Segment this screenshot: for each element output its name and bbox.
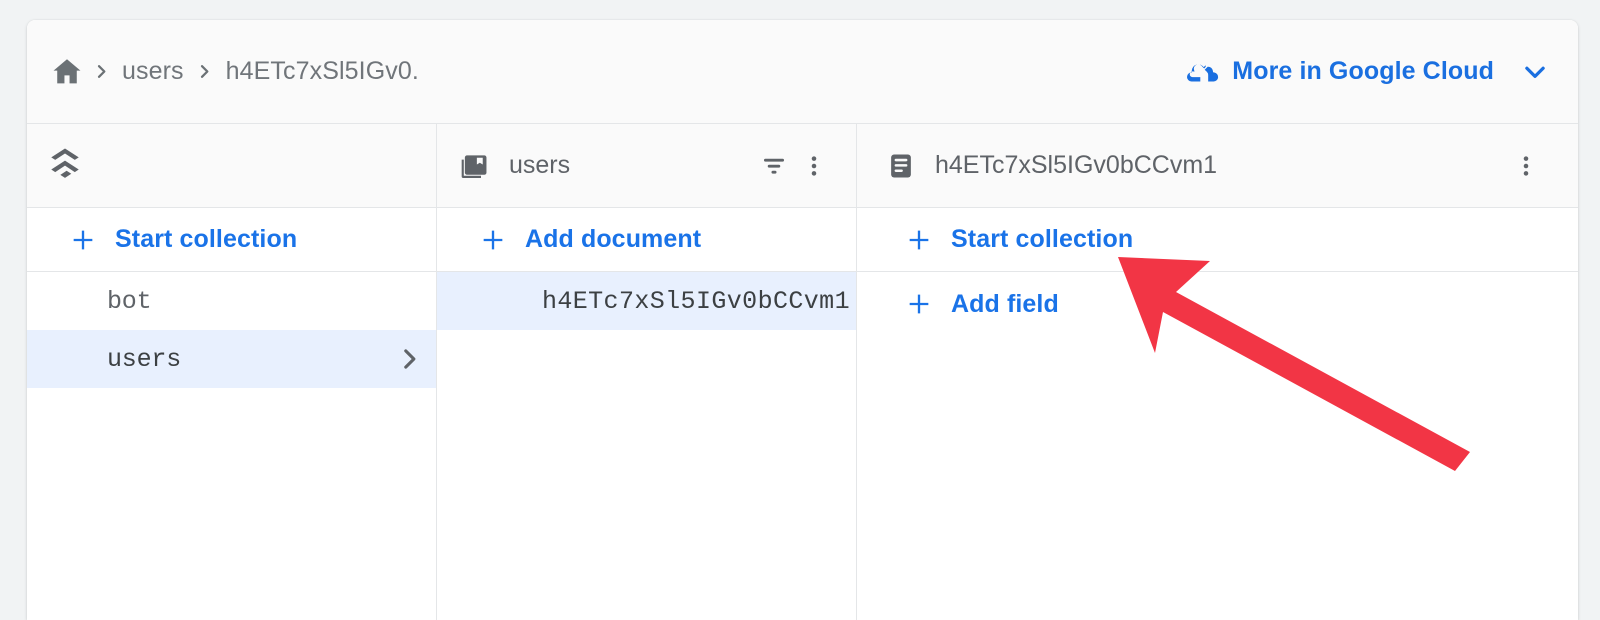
more-in-google-cloud-button[interactable]: More in Google Cloud <box>1186 55 1550 89</box>
more-vert-icon[interactable] <box>1506 146 1546 186</box>
document-id: h4ETc7xSl5IGv0bCCvm1 <box>541 286 850 316</box>
firestore-logo-icon <box>51 147 79 178</box>
chevron-right-icon <box>84 63 118 80</box>
document-title: h4ETc7xSl5IGv0bCCvm1 <box>935 151 1218 179</box>
collection-column-header: users <box>437 124 856 208</box>
breadcrumb-item-document[interactable]: h4ETc7xSl5IGv0. <box>222 57 423 86</box>
collection-list-item-users[interactable]: users <box>27 330 436 388</box>
chevron-down-icon[interactable] <box>1520 57 1550 87</box>
collection-title: users <box>509 151 571 179</box>
collection-list-item-bot[interactable]: bot <box>27 272 436 330</box>
add-document-label: Add document <box>525 225 702 253</box>
more-in-google-cloud-label: More in Google Cloud <box>1232 57 1494 85</box>
plus-icon <box>909 294 929 314</box>
root-column: Start collection bot users <box>27 124 437 620</box>
plus-icon <box>909 230 929 249</box>
start-collection-button-root[interactable]: Start collection <box>27 208 436 272</box>
breadcrumb-bar: users h4ETc7xSl5IGv0. More in Google Clo… <box>27 20 1578 124</box>
breadcrumb-item-collection[interactable]: users <box>118 57 188 86</box>
home-icon[interactable] <box>50 55 84 89</box>
chevron-right-icon <box>188 63 222 80</box>
add-field-button[interactable]: Add field <box>857 272 1578 336</box>
document-column: h4ETc7xSl5IGv0bCCvm1 Start collection Ad… <box>857 124 1578 620</box>
plus-icon <box>483 230 503 249</box>
start-collection-label: Start collection <box>115 225 298 253</box>
breadcrumb: users h4ETc7xSl5IGv0. <box>27 55 423 89</box>
plus-icon <box>73 230 93 249</box>
firestore-data-panel: users h4ETc7xSl5IGv0. More in Google Clo… <box>27 20 1578 620</box>
collection-name: bot <box>107 286 152 316</box>
filter-list-icon[interactable] <box>754 146 794 186</box>
collections-bookmark-icon <box>461 154 487 178</box>
start-collection-button-document[interactable]: Start collection <box>857 208 1578 272</box>
document-icon <box>891 154 911 177</box>
collection-name: users <box>107 344 182 374</box>
document-list-item[interactable]: h4ETc7xSl5IGv0bCCvm1 <box>437 272 856 330</box>
start-collection-label: Start collection <box>951 225 1134 253</box>
collection-column: users Add document h4ETc7xSl5IGv0bCCvm1 <box>437 124 857 620</box>
add-document-button[interactable]: Add document <box>437 208 856 272</box>
document-column-header: h4ETc7xSl5IGv0bCCvm1 <box>857 124 1578 208</box>
chevron-right-icon <box>404 349 416 369</box>
panel-columns: Start collection bot users users Add doc… <box>27 124 1578 620</box>
google-cloud-icon <box>1187 63 1219 81</box>
root-column-header <box>27 124 436 208</box>
add-field-label: Add field <box>951 289 1059 318</box>
more-vert-icon[interactable] <box>794 146 834 186</box>
